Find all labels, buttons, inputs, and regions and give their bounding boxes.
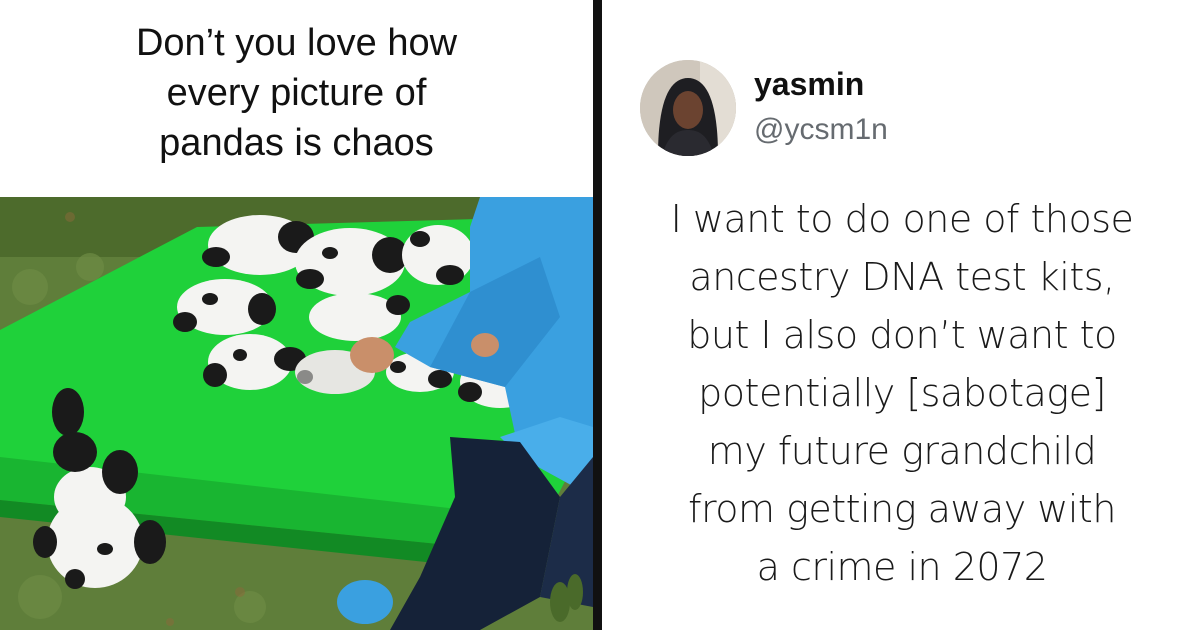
meme-composite: Don’t you love how every picture of pand… — [0, 0, 1200, 630]
avatar-image — [640, 60, 736, 156]
panda-meme-panel: Don’t you love how every picture of pand… — [0, 0, 593, 630]
display-name[interactable]: yasmin — [754, 66, 864, 103]
avatar[interactable] — [640, 60, 736, 156]
tweet-card: yasmin @ycsm1n I want to do one of those… — [602, 0, 1200, 630]
user-handle[interactable]: @ycsm1n — [754, 113, 888, 147]
panda-cub — [402, 225, 474, 285]
panda-photo — [0, 197, 593, 630]
tweet-text: I want to do one of those ancestry DNA t… — [670, 197, 1134, 589]
panel-divider — [593, 0, 602, 630]
meme-caption: Don’t you love how every picture of pand… — [135, 22, 458, 164]
